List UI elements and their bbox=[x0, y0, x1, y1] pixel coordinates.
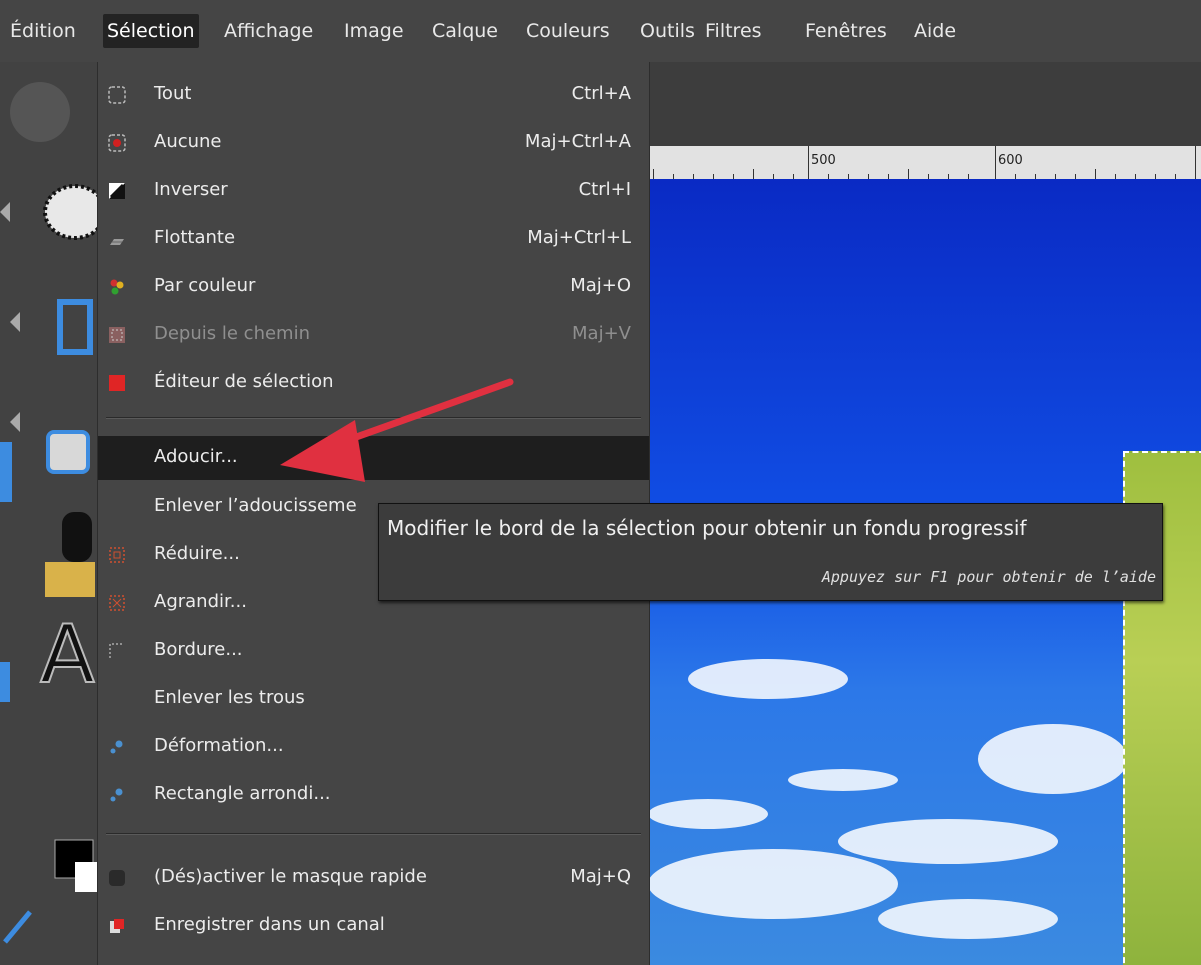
gimp-logo-icon bbox=[10, 82, 70, 142]
rounded-rect-icon bbox=[110, 788, 123, 802]
menu-item-label: Inverser bbox=[154, 179, 228, 200]
grow-icon bbox=[109, 595, 125, 611]
background-color-swatch bbox=[75, 862, 97, 892]
menu-item-label: Par couleur bbox=[154, 275, 256, 296]
menu-item-shortcut: Ctrl+A bbox=[571, 83, 631, 104]
menu-item-tout[interactable]: Tout Ctrl+A bbox=[98, 73, 649, 117]
stamp-handle-icon bbox=[62, 512, 92, 562]
menu-item-label: Adoucir... bbox=[154, 446, 238, 467]
menu-fenetres[interactable]: Fenêtres bbox=[801, 14, 891, 48]
menu-item-label: Enlever l’adoucisseme bbox=[154, 495, 357, 516]
ruler-label-500: 500 bbox=[811, 153, 836, 168]
menu-item-shortcut: Maj+O bbox=[570, 275, 631, 296]
menu-item-label: Déformation... bbox=[154, 735, 284, 756]
clone-tool-icon bbox=[45, 562, 95, 597]
invert-icon bbox=[109, 183, 125, 199]
menu-outils[interactable]: Outils bbox=[636, 14, 699, 48]
cloud bbox=[688, 659, 848, 699]
menu-item-aucune[interactable]: Aucune Maj+Ctrl+A bbox=[98, 121, 649, 165]
toolbox: A bbox=[0, 62, 97, 965]
shrink-icon bbox=[109, 547, 125, 563]
menu-item-rectangle-arrondi[interactable]: Rectangle arrondi... bbox=[98, 773, 649, 817]
menu-item-label: Enlever les trous bbox=[154, 687, 305, 708]
menu-image[interactable]: Image bbox=[340, 14, 408, 48]
menu-separator bbox=[106, 833, 641, 835]
menu-item-label: Réduire... bbox=[154, 543, 240, 564]
selection-editor-icon bbox=[109, 375, 125, 391]
ruler-label-600: 600 bbox=[998, 153, 1023, 168]
menu-item-shortcut: Maj+V bbox=[572, 323, 631, 344]
menu-item-enregistrer-canal[interactable]: Enregistrer dans un canal bbox=[98, 904, 649, 948]
toolbox-icons: A bbox=[0, 82, 97, 944]
menu-edition[interactable]: Édition bbox=[6, 14, 80, 48]
tooltip: Modifier le bord de la sélection pour ob… bbox=[378, 503, 1163, 601]
select-all-icon bbox=[108, 86, 126, 104]
menu-item-shortcut: Maj+Ctrl+L bbox=[527, 227, 631, 248]
cloud bbox=[648, 799, 768, 829]
menu-item-label: Agrandir... bbox=[154, 591, 247, 612]
crop-tool-icon bbox=[57, 299, 93, 355]
canvas-header bbox=[648, 62, 1201, 146]
red-arrow-annotation bbox=[280, 378, 514, 482]
menu-item-shortcut: Maj+Ctrl+A bbox=[524, 131, 631, 152]
menu-item-label: Flottante bbox=[154, 227, 236, 248]
quick-mask-icon bbox=[109, 870, 125, 886]
menu-item-par-couleur[interactable]: Par couleur Maj+O bbox=[98, 265, 649, 309]
from-path-icon bbox=[109, 327, 125, 343]
distort-icon bbox=[110, 740, 123, 754]
tooltip-help-hint: Appuyez sur F1 pour obtenir de l’aide bbox=[821, 568, 1156, 586]
ellipse-select-tool-icon bbox=[43, 184, 97, 240]
menu-item-label: Rectangle arrondi... bbox=[154, 783, 331, 804]
menu-item-deformation[interactable]: Déformation... bbox=[98, 725, 649, 769]
menu-item-enlever-les-trous[interactable]: Enlever les trous bbox=[98, 677, 649, 721]
menu-item-label: (Dés)activer le masque rapide bbox=[154, 866, 427, 887]
menu-item-label: Tout bbox=[154, 83, 192, 104]
cloud bbox=[648, 849, 898, 919]
float-icon bbox=[110, 239, 124, 245]
cloud bbox=[878, 899, 1058, 939]
cloud bbox=[978, 724, 1128, 794]
menu-selection[interactable]: Sélection bbox=[103, 14, 199, 48]
menu-item-label: Bordure... bbox=[154, 639, 243, 660]
menu-item-shortcut: Maj+Q bbox=[570, 866, 631, 887]
transform-tool-icon bbox=[46, 430, 90, 474]
menu-calque[interactable]: Calque bbox=[428, 14, 502, 48]
save-channel-icon bbox=[110, 919, 124, 933]
tooltip-text: Modifier le bord de la sélection pour ob… bbox=[387, 516, 1027, 540]
menu-item-inverser[interactable]: Inverser Ctrl+I bbox=[98, 169, 649, 213]
menu-item-bordure[interactable]: Bordure... bbox=[98, 629, 649, 673]
cloud bbox=[788, 769, 898, 791]
menu-aide[interactable]: Aide bbox=[910, 14, 960, 48]
menu-item-shortcut: Ctrl+I bbox=[578, 179, 631, 200]
cloud bbox=[838, 819, 1058, 864]
select-none-icon bbox=[108, 134, 126, 152]
menu-item-label: Enregistrer dans un canal bbox=[154, 914, 385, 935]
border-icon bbox=[109, 643, 124, 658]
menu-bar: Édition Sélection Affichage Image Calque… bbox=[0, 0, 1201, 62]
menu-couleurs[interactable]: Couleurs bbox=[522, 14, 614, 48]
menu-item-masque-rapide[interactable]: (Dés)activer le masque rapide Maj+Q bbox=[98, 856, 649, 900]
text-tool-icon: A bbox=[40, 608, 95, 701]
menu-item-depuis-le-chemin: Depuis le chemin Maj+V bbox=[98, 313, 649, 357]
menu-filtres[interactable]: Filtres bbox=[701, 14, 766, 48]
menu-item-flottante[interactable]: Flottante Maj+Ctrl+L bbox=[98, 217, 649, 261]
horizontal-ruler[interactable]: 500 600 bbox=[648, 146, 1201, 179]
by-color-icon bbox=[110, 279, 124, 295]
menu-affichage[interactable]: Affichage bbox=[220, 14, 317, 48]
menu-item-label: Depuis le chemin bbox=[154, 323, 310, 344]
menu-item-label: Aucune bbox=[154, 131, 222, 152]
